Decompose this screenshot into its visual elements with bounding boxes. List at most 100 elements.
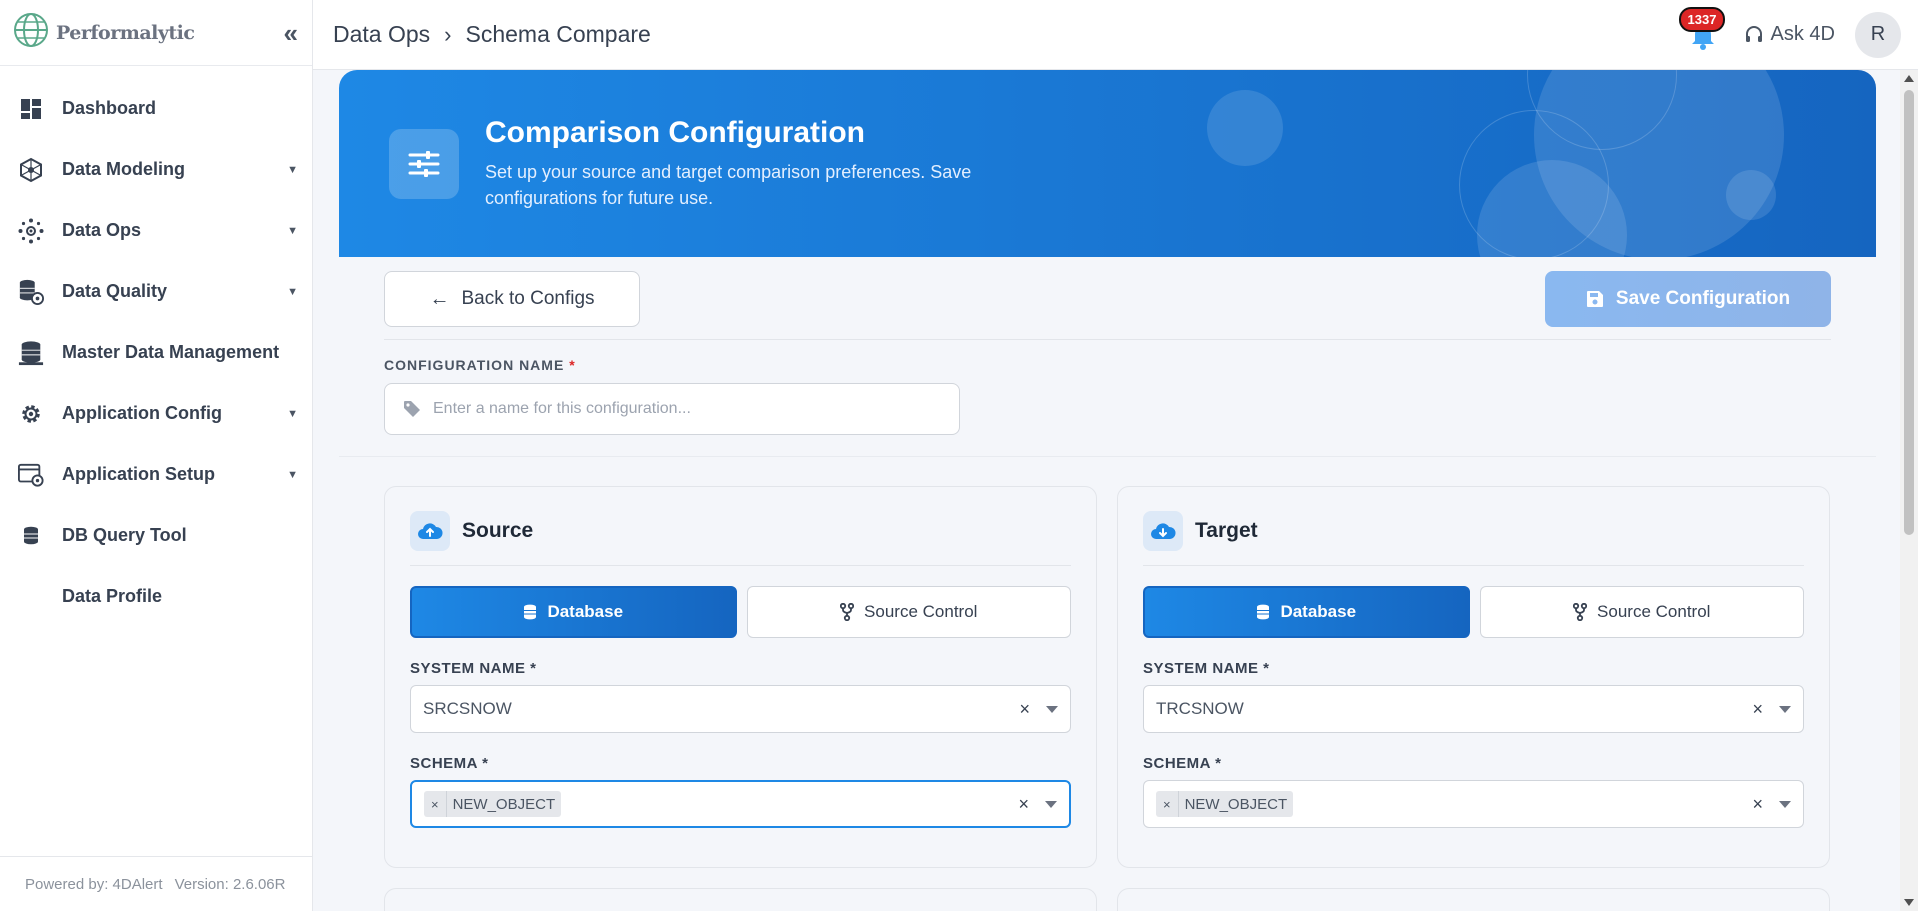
source-panel-header: Source — [410, 511, 1071, 566]
back-button-label: Back to Configs — [461, 288, 595, 309]
gear-icon — [18, 401, 44, 427]
target-source-control-tab[interactable]: Source Control — [1479, 586, 1804, 638]
next-panel-right — [1117, 888, 1830, 911]
page-scrollbar[interactable] — [1900, 70, 1918, 911]
scroll-up-arrow-icon[interactable] — [1904, 75, 1914, 82]
top-bar: Data Ops › Schema Compare 1337 Ask 4D R — [313, 0, 1918, 70]
source-system-name-label: SYSTEM NAME * — [410, 660, 537, 677]
sidebar-item-data-modeling[interactable]: Data Modeling ▼ — [0, 139, 312, 200]
source-schema-label: SCHEMA * — [410, 755, 489, 772]
save-configuration-button[interactable]: Save Configuration — [1545, 271, 1831, 327]
source-type-toggle: Database Source Control — [410, 586, 1071, 638]
configuration-name-field[interactable] — [384, 383, 960, 435]
caret-down-icon: ▼ — [287, 285, 298, 298]
remove-chip-icon[interactable]: × — [1156, 791, 1179, 817]
page-subtitle: Set up your source and target comparison… — [485, 162, 972, 208]
sidebar-item-application-config[interactable]: Application Config ▼ — [0, 383, 312, 444]
sidebar-item-label: Master Data Management — [62, 342, 280, 362]
target-system-name-label: SYSTEM NAME * — [1143, 660, 1270, 677]
sidebar-footer: Powered by: 4DAlert Version: 2.6.06R — [0, 856, 312, 911]
avatar[interactable]: R — [1855, 11, 1901, 58]
back-to-configs-button[interactable]: ← Back to Configs — [384, 271, 640, 327]
globe-logo-icon — [12, 11, 50, 54]
sidebar-item-label: DB Query Tool — [62, 525, 187, 545]
target-panel-title: Target — [1195, 519, 1258, 542]
sidebar-item-label: Application Config — [62, 403, 222, 423]
app-logo-text: Performalytic — [56, 21, 195, 44]
clear-icon[interactable]: × — [1018, 794, 1029, 815]
git-branch-icon — [1573, 603, 1588, 621]
dropdown-arrow-icon[interactable] — [1046, 705, 1058, 713]
sidebar-item-master-data-management[interactable]: Master Data Management — [0, 322, 312, 383]
window-gear-icon — [18, 462, 44, 488]
target-database-tab[interactable]: Database — [1143, 586, 1470, 638]
breadcrumb-data-ops[interactable]: Data Ops — [333, 21, 430, 48]
target-schema-chips: × NEW_OBJECT — [1156, 791, 1752, 817]
sidebar-item-label: Data Ops — [62, 220, 142, 240]
git-branch-icon — [840, 603, 855, 621]
sidebar-item-data-profile[interactable]: Data Profile — [0, 566, 312, 627]
scroll-down-arrow-icon[interactable] — [1904, 899, 1914, 906]
cube-network-icon — [18, 157, 44, 183]
target-system-name-label-text: SYSTEM NAME — [1143, 660, 1259, 677]
arrow-left-icon: ← — [429, 287, 450, 310]
comparison-panels: Source Database Source Control SYSTEM NA… — [339, 457, 1876, 868]
source-source-control-tab-label: Source Control — [864, 602, 978, 621]
dropdown-arrow-icon[interactable] — [1779, 705, 1791, 713]
sidebar: Performalytic « Dashboard Data Modeling … — [0, 0, 313, 911]
source-panel-title: Source — [462, 519, 534, 542]
cloud-upload-icon — [410, 511, 450, 551]
source-source-control-tab[interactable]: Source Control — [746, 586, 1071, 638]
target-schema-select[interactable]: × NEW_OBJECT × — [1143, 780, 1804, 828]
configuration-name-label: CONFIGURATION NAME * — [384, 357, 1831, 373]
caret-down-icon: ▼ — [287, 224, 298, 237]
source-schema-select[interactable]: × NEW_OBJECT × — [410, 780, 1071, 828]
remove-chip-icon[interactable]: × — [424, 791, 447, 817]
sidebar-item-dashboard[interactable]: Dashboard — [0, 78, 312, 139]
version-text: Version: 2.6.06R — [174, 875, 286, 893]
sidebar-item-application-setup[interactable]: Application Setup ▼ — [0, 444, 312, 505]
sidebar-item-label: Data Quality — [62, 281, 168, 301]
target-schema-chip: × NEW_OBJECT — [1156, 791, 1294, 817]
next-panel-left — [384, 888, 1097, 911]
target-system-name-value: TRCSNOW — [1156, 699, 1244, 718]
blank-icon — [18, 584, 44, 610]
clear-icon[interactable]: × — [1752, 794, 1763, 815]
cloud-download-icon — [1143, 511, 1183, 551]
save-button-label: Save Configuration — [1615, 288, 1791, 309]
dashboard-icon — [18, 96, 44, 122]
collapse-sidebar-icon[interactable]: « — [284, 20, 298, 46]
source-database-tab-label: Database — [547, 602, 624, 621]
scroll-thumb[interactable] — [1904, 90, 1914, 535]
target-schema-label-text: SCHEMA — [1143, 755, 1211, 772]
configuration-name-label-text: CONFIGURATION NAME — [384, 357, 565, 373]
source-database-tab[interactable]: Database — [410, 586, 737, 638]
clear-icon[interactable]: × — [1019, 699, 1030, 720]
sidebar-item-db-query-tool[interactable]: DB Query Tool — [0, 505, 312, 566]
sidebar-item-data-quality[interactable]: Data Quality ▼ — [0, 261, 312, 322]
dropdown-arrow-icon[interactable] — [1779, 800, 1791, 808]
target-system-name-select[interactable]: TRCSNOW × — [1143, 685, 1804, 733]
source-schema-chip-label: NEW_OBJECT — [452, 795, 556, 813]
source-system-name-select[interactable]: SRCSNOW × — [410, 685, 1071, 733]
database-gear-icon — [18, 279, 44, 305]
source-schema-chip: × NEW_OBJECT — [424, 791, 562, 817]
logo-row: Performalytic « — [0, 0, 312, 66]
database-icon — [524, 604, 537, 620]
ask-4d-label: Ask 4D — [1770, 23, 1835, 45]
sidebar-item-data-ops[interactable]: Data Ops ▼ — [0, 200, 312, 261]
sidebar-item-label: Dashboard — [62, 98, 157, 118]
target-schema-chip-label: NEW_OBJECT — [1184, 795, 1288, 813]
source-system-name-label-text: SYSTEM NAME — [410, 660, 526, 677]
hero-banner: Comparison Configuration Set up your sou… — [339, 70, 1876, 257]
configuration-name-input[interactable] — [433, 400, 959, 418]
header-actions: 1337 Ask 4D R — [1678, 6, 1918, 58]
clear-icon[interactable]: × — [1752, 699, 1763, 720]
hub-icon — [18, 218, 44, 244]
ask-4d-button[interactable]: Ask 4D — [1743, 23, 1835, 46]
notifications-button[interactable]: 1337 — [1678, 6, 1726, 55]
dropdown-arrow-icon[interactable] — [1045, 800, 1057, 808]
database-icon — [1257, 604, 1270, 620]
source-panel: Source Database Source Control SYSTEM NA… — [384, 486, 1097, 868]
database-stack-icon — [18, 340, 44, 366]
